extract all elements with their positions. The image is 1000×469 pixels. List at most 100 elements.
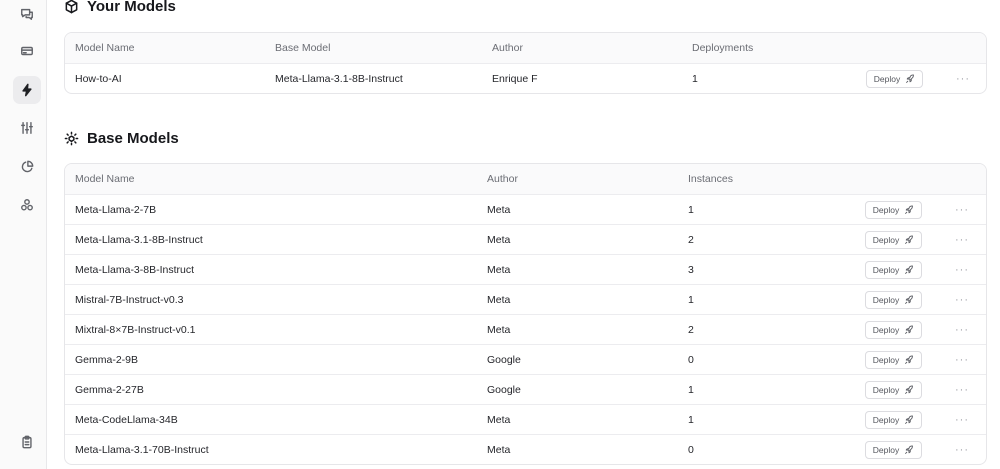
column-header-author[interactable]: Author	[492, 33, 523, 63]
section-heading: Your Models	[87, 0, 176, 15]
more-options-button[interactable]: ···	[955, 414, 969, 426]
column-header-model-name[interactable]: Model Name	[75, 33, 135, 63]
author: Google	[487, 353, 521, 366]
sidebar-sliders-button[interactable]	[13, 114, 41, 142]
deploy-button[interactable]: Deploy	[865, 440, 922, 459]
deploy-button[interactable]: Deploy	[865, 320, 922, 339]
more-options-button[interactable]: ···	[955, 204, 969, 216]
sidebar-clipboard-button[interactable]	[13, 428, 41, 456]
sidebar-chat-button[interactable]	[13, 0, 41, 28]
circles-icon	[21, 199, 33, 211]
deploy-button[interactable]: Deploy	[865, 200, 922, 219]
deploy-button[interactable]: Deploy	[865, 290, 922, 309]
table-row[interactable]: Meta-Llama-3.1-8B-Instruct Meta 2 Deploy ···	[65, 224, 986, 254]
pie-chart-icon	[21, 160, 34, 173]
base-model: Meta-Llama-3.1-8B-Instruct	[275, 72, 403, 85]
dashed-box-icon	[64, 131, 79, 146]
table-row[interactable]: Gemma-2-9B Google 0 Deploy ···	[65, 344, 986, 374]
more-options-button[interactable]: ···	[955, 234, 969, 246]
more-options-button[interactable]: ···	[955, 324, 969, 336]
instances-count: 1	[688, 293, 694, 306]
rocket-icon	[905, 385, 914, 394]
author: Meta	[487, 263, 511, 276]
sidebar-deploy-button[interactable]	[13, 76, 41, 104]
more-options-button[interactable]: ···	[956, 73, 970, 85]
column-header-model-name[interactable]: Model Name	[75, 164, 135, 194]
deploy-label: Deploy	[872, 354, 900, 365]
instances-count: 0	[688, 353, 694, 366]
deployments-count: 1	[692, 72, 698, 85]
instances-count: 0	[688, 443, 694, 456]
sidebar-integrations-button[interactable]	[13, 191, 41, 219]
rocket-icon	[905, 415, 914, 424]
table-row[interactable]: Meta-CodeLlama-34B Meta 1 Deploy ···	[65, 404, 986, 434]
deploy-button[interactable]: Deploy	[865, 260, 922, 279]
column-header-author[interactable]: Author	[487, 164, 518, 194]
table-row[interactable]: Mistral-7B-Instruct-v0.3 Meta 1 Deploy ···	[65, 284, 986, 314]
table-header-row: Model Name Author Instances	[65, 164, 986, 194]
model-name: Meta-Llama-3.1-70B-Instruct	[75, 443, 209, 456]
author: Meta	[487, 413, 511, 426]
more-options-button[interactable]: ···	[955, 444, 969, 456]
deploy-label: Deploy	[872, 384, 900, 395]
table-row[interactable]: Meta-Llama-3-8B-Instruct Meta 3 Deploy ···	[65, 254, 986, 284]
model-name: Meta-CodeLlama-34B	[75, 413, 178, 426]
instances-count: 2	[688, 323, 694, 336]
rocket-icon	[905, 325, 914, 334]
your-models-title: Your Models	[64, 0, 176, 15]
sidebar	[0, 0, 47, 469]
deploy-label: Deploy	[872, 264, 900, 275]
deploy-button[interactable]: Deploy	[865, 230, 922, 249]
column-header-base-model[interactable]: Base Model	[275, 33, 330, 63]
table-row[interactable]: Meta-Llama-2-7B Meta 1 Deploy ···	[65, 194, 986, 224]
sidebar-analytics-button[interactable]	[13, 153, 41, 181]
rocket-icon	[906, 74, 915, 83]
author: Meta	[487, 293, 511, 306]
more-options-button[interactable]: ···	[955, 264, 969, 276]
instances-count: 1	[688, 383, 694, 396]
sidebar-card-button[interactable]	[13, 37, 41, 65]
model-name: Meta-Llama-3.1-8B-Instruct	[75, 233, 203, 246]
instances-count: 1	[688, 413, 694, 426]
section-heading: Base Models	[87, 130, 179, 147]
clipboard-icon	[22, 435, 32, 449]
deploy-button[interactable]: Deploy	[865, 350, 922, 369]
more-options-button[interactable]: ···	[955, 384, 969, 396]
rocket-icon	[905, 295, 914, 304]
deploy-button[interactable]: Deploy	[866, 69, 923, 88]
more-options-button[interactable]: ···	[955, 354, 969, 366]
column-header-instances[interactable]: Instances	[688, 164, 733, 194]
more-options-button[interactable]: ···	[955, 294, 969, 306]
table-row[interactable]: Meta-Llama-3.1-70B-Instruct Meta 0 Deploy ··…	[65, 434, 986, 464]
column-header-deployments[interactable]: Deployments	[692, 33, 753, 63]
deploy-button[interactable]: Deploy	[865, 380, 922, 399]
deploy-label: Deploy	[873, 73, 901, 84]
table-row[interactable]: Gemma-2-27B Google 1 Deploy ···	[65, 374, 986, 404]
rocket-icon	[905, 355, 914, 364]
instances-count: 2	[688, 233, 694, 246]
model-name: Mistral-7B-Instruct-v0.3	[75, 293, 184, 306]
model-name: How-to-AI	[75, 72, 122, 85]
rocket-icon	[905, 265, 914, 274]
table-row[interactable]: Mixtral-8×7B-Instruct-v0.1 Meta 2 Deploy ···	[65, 314, 986, 344]
sliders-icon	[21, 122, 33, 134]
deploy-label: Deploy	[872, 294, 900, 305]
instances-count: 3	[688, 263, 694, 276]
deploy-label: Deploy	[872, 444, 900, 455]
your-models-table: Model Name Base Model Author Deployments…	[64, 32, 987, 94]
deploy-button[interactable]: Deploy	[865, 410, 922, 429]
author: Meta	[487, 233, 511, 246]
chat-icon	[21, 8, 33, 20]
model-name: Mixtral-8×7B-Instruct-v0.1	[75, 323, 196, 336]
deploy-label: Deploy	[872, 204, 900, 215]
author: Meta	[487, 323, 511, 336]
cube-icon	[65, 0, 78, 14]
rocket-icon	[905, 205, 914, 214]
model-name: Meta-Llama-3-8B-Instruct	[75, 263, 195, 276]
base-models-title: Base Models	[64, 130, 179, 147]
card-icon	[21, 46, 33, 56]
deploy-label: Deploy	[872, 414, 900, 425]
deploy-label: Deploy	[872, 234, 900, 245]
table-row[interactable]: How-to-AI Meta-Llama-3.1-8B-Instruct Enr…	[65, 63, 986, 93]
instances-count: 1	[688, 203, 694, 216]
